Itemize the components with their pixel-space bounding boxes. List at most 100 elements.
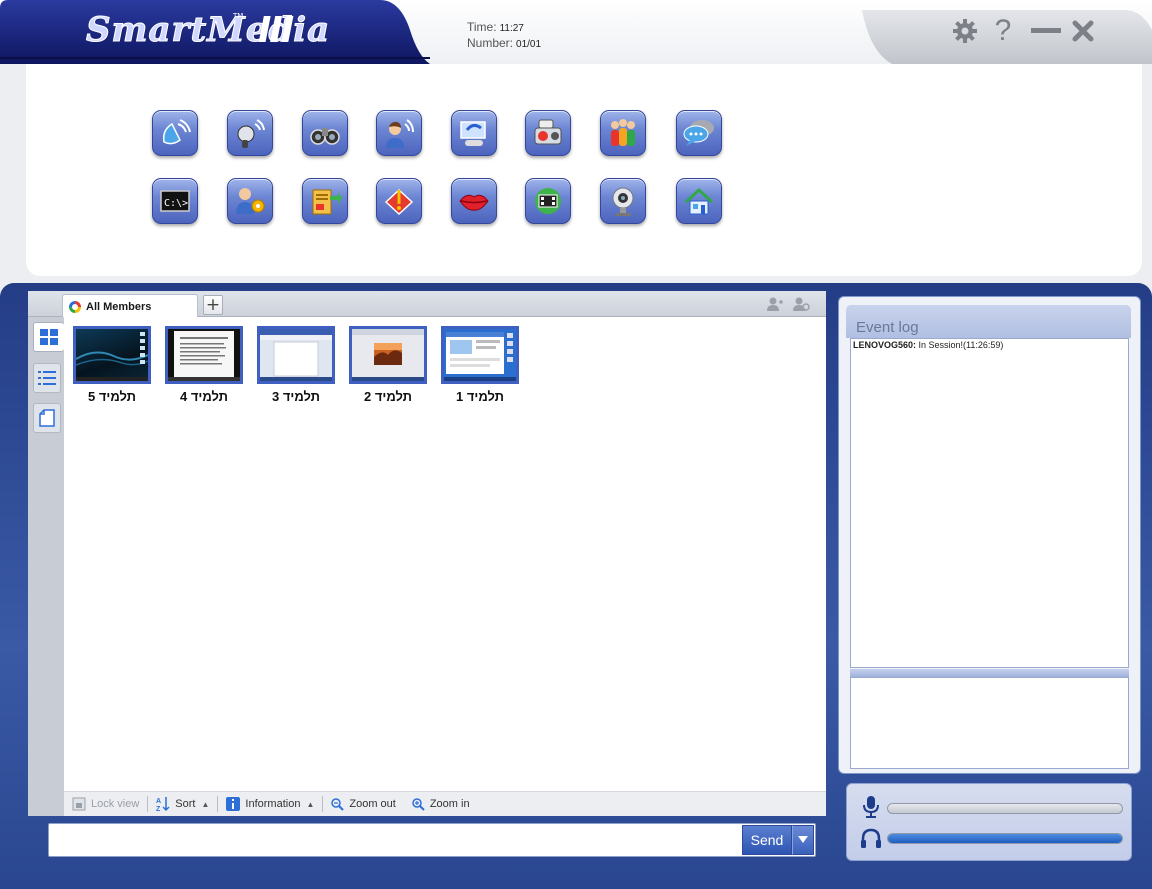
- alert-button[interactable]: [376, 178, 422, 224]
- settings-button[interactable]: [950, 16, 980, 46]
- home-button[interactable]: [676, 178, 722, 224]
- webcam-button[interactable]: [600, 178, 646, 224]
- title-bar: SmartMedia TM III Time: 11:27 Number: 01/0…: [0, 0, 1152, 64]
- message-send-bar: Send: [48, 823, 816, 857]
- list-view-button[interactable]: [33, 363, 61, 393]
- add-member-icon[interactable]: [766, 296, 784, 312]
- audio-panel: [846, 783, 1132, 861]
- webcam-icon: [612, 187, 634, 216]
- media-player-button[interactable]: [525, 110, 571, 156]
- command-prompt-button[interactable]: C:\>: [152, 178, 198, 224]
- event-source: LENOVOG560:: [853, 340, 917, 350]
- microphone-icon[interactable]: [861, 796, 881, 818]
- send-button[interactable]: Send: [742, 825, 792, 855]
- file-transfer-icon: [312, 189, 342, 215]
- student-name: תלמיד 3: [271, 389, 321, 404]
- student-settings-button[interactable]: [227, 178, 273, 224]
- information-caret-icon: ▲: [306, 799, 315, 809]
- group-tab-bar: All Members +: [28, 291, 826, 318]
- add-tab-button[interactable]: +: [203, 295, 223, 315]
- lips-icon: [459, 194, 489, 211]
- svg-text:A: A: [156, 798, 161, 805]
- headphones-icon[interactable]: [861, 828, 881, 850]
- page-view-button[interactable]: [33, 403, 61, 433]
- screen-control-icon: [460, 121, 486, 146]
- speaker-volume-bar[interactable]: [887, 833, 1123, 844]
- session-status: Time: 11:27 Number: 01/01: [467, 20, 541, 52]
- toolbar-divider: [217, 796, 219, 812]
- help-button[interactable]: ?: [988, 16, 1018, 46]
- sort-button[interactable]: AZ Sort ▲: [152, 793, 213, 815]
- lock-view-icon: [72, 797, 86, 811]
- microphone-volume-bar[interactable]: [887, 803, 1123, 814]
- information-label: Information: [245, 798, 301, 810]
- zoom-in-icon: [412, 797, 425, 811]
- event-log-entry: LENOVOG560: In Session!(11:26:59): [853, 340, 1126, 350]
- microphone-button[interactable]: [227, 110, 273, 156]
- close-button[interactable]: [1068, 16, 1098, 46]
- group-icon: [611, 119, 635, 146]
- view-toolbar: Lock view AZ Sort ▲ Information ▲ Zoom o…: [64, 791, 826, 816]
- sort-az-icon: AZ: [156, 797, 170, 812]
- send-options-button[interactable]: [792, 825, 814, 855]
- student-thumbnail[interactable]: תלמיד 1: [441, 326, 521, 406]
- app-logo: SmartMedia: [85, 10, 331, 51]
- number-label: Number:: [467, 36, 514, 50]
- group-button[interactable]: [600, 110, 646, 156]
- broadcast-button[interactable]: [152, 110, 198, 156]
- svg-text:C:\>: C:\>: [164, 198, 188, 209]
- sort-label: Sort: [175, 798, 196, 810]
- student-view-panel: All Members + תלמיד 5 תלמיד 4 תלמיד 3 תל…: [28, 291, 826, 816]
- window-controls: ?: [862, 0, 1152, 64]
- tool-panel: C:\>: [26, 64, 1142, 276]
- screen-control-button[interactable]: [451, 110, 497, 156]
- lock-view-label: Lock view: [91, 798, 140, 810]
- video-icon: [535, 188, 561, 214]
- zoom-out-button[interactable]: Zoom out: [327, 793, 399, 815]
- student-screen-preview: [165, 326, 243, 384]
- lock-view-button[interactable]: Lock view: [68, 793, 143, 815]
- event-log-title: Event log: [846, 305, 1131, 338]
- monitor-binoculars-button[interactable]: [302, 110, 348, 156]
- information-button[interactable]: Information ▲: [222, 793, 318, 815]
- time-value: 11:27: [499, 23, 524, 34]
- event-log-list[interactable]: LENOVOG560: In Session!(11:26:59): [850, 338, 1129, 668]
- trademark-mark: TM: [233, 12, 244, 20]
- list-view-icon: [38, 371, 56, 385]
- speaker-level-fill: [888, 834, 1122, 843]
- student-thumbnail[interactable]: תלמיד 3: [257, 326, 337, 406]
- zoom-in-button[interactable]: Zoom in: [408, 793, 474, 815]
- file-transfer-button[interactable]: [302, 178, 348, 224]
- view-mode-sidebar: [28, 317, 64, 816]
- time-label: Time:: [467, 20, 497, 34]
- video-button[interactable]: [525, 178, 571, 224]
- message-input[interactable]: [49, 824, 739, 856]
- student-thumbnail[interactable]: תלמיד 4: [165, 326, 245, 406]
- thumbnail-view-button[interactable]: [33, 322, 64, 352]
- logo-panel: SmartMedia TM III: [0, 0, 430, 64]
- student-thumbnail[interactable]: תלמיד 2: [349, 326, 429, 406]
- lips-button[interactable]: [451, 178, 497, 224]
- monitor-binoculars-icon: [310, 128, 340, 145]
- command-prompt-icon: C:\>: [160, 190, 190, 212]
- student-name: תלמיד 5: [87, 389, 137, 404]
- remove-member-icon[interactable]: [792, 296, 810, 312]
- speaking-student-button[interactable]: [376, 110, 422, 156]
- home-icon: [684, 187, 714, 215]
- event-message: In Session!(11:26:59): [916, 340, 1004, 350]
- information-icon: [226, 797, 241, 811]
- student-name: תלמיד 2: [363, 389, 413, 404]
- svg-text:Z: Z: [156, 806, 161, 812]
- chat-button[interactable]: [676, 110, 722, 156]
- chat-icon: [683, 120, 714, 146]
- sort-caret-icon: ▲: [201, 799, 210, 809]
- alert-icon: [384, 188, 414, 216]
- event-log-splitter[interactable]: [850, 669, 1129, 677]
- tab-all-members[interactable]: All Members: [62, 294, 198, 318]
- zoom-out-label: Zoom out: [349, 798, 396, 810]
- media-player-icon: [534, 119, 562, 145]
- minimize-button[interactable]: [1028, 16, 1064, 46]
- student-settings-icon: [236, 188, 265, 214]
- microphone-icon: [237, 119, 265, 148]
- student-thumbnail[interactable]: תלמיד 5: [73, 326, 153, 406]
